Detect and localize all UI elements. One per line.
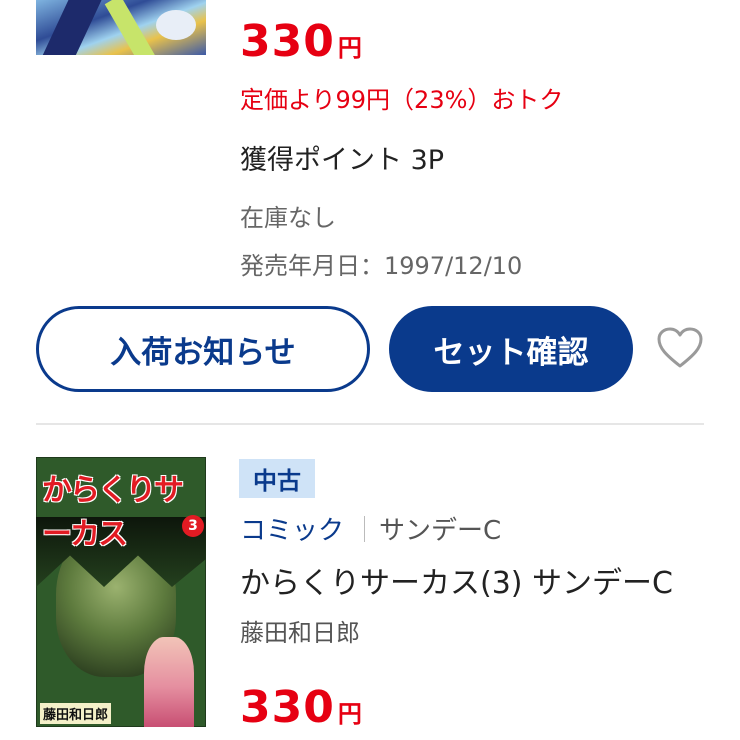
price: 330 円 [240, 20, 363, 64]
cover-author: 藤田和日郎 [40, 703, 112, 724]
price: 330 円 [240, 686, 363, 730]
discount-text: 定価より99円（23%）おトク [240, 86, 564, 114]
price-unit: 円 [337, 700, 363, 728]
category-link[interactable]: コミック [240, 510, 344, 547]
price-value: 330 [240, 682, 335, 733]
item-divider [36, 423, 704, 425]
price-value: 330 [240, 16, 335, 67]
stock-status: 在庫なし [240, 204, 336, 232]
cover-title: からくりサーカス [42, 473, 184, 552]
release-date: 発売年月日：1997/12/10 [240, 252, 523, 280]
used-badge: 中古 [239, 459, 315, 498]
author-name: 藤田和日郎 [240, 619, 360, 647]
cover-volume: 3 [182, 515, 204, 537]
points-text: 獲得ポイント 3P [240, 145, 445, 176]
product-cover-image[interactable]: からくりサーカス 3 藤田和日郎 [36, 457, 206, 727]
product-title-link[interactable]: からくりサーカス(3) サンデーC [240, 558, 673, 602]
price-unit: 円 [337, 34, 363, 62]
set-confirm-button[interactable]: セット確認 [389, 306, 633, 392]
product-cover-image[interactable] [36, 0, 206, 55]
category-row: コミック サンデーC [240, 510, 501, 547]
favorite-heart-icon[interactable] [656, 326, 704, 370]
restock-notify-button[interactable]: 入荷お知らせ [36, 306, 370, 392]
label-text: サンデーC [379, 516, 502, 546]
category-separator [364, 515, 366, 542]
